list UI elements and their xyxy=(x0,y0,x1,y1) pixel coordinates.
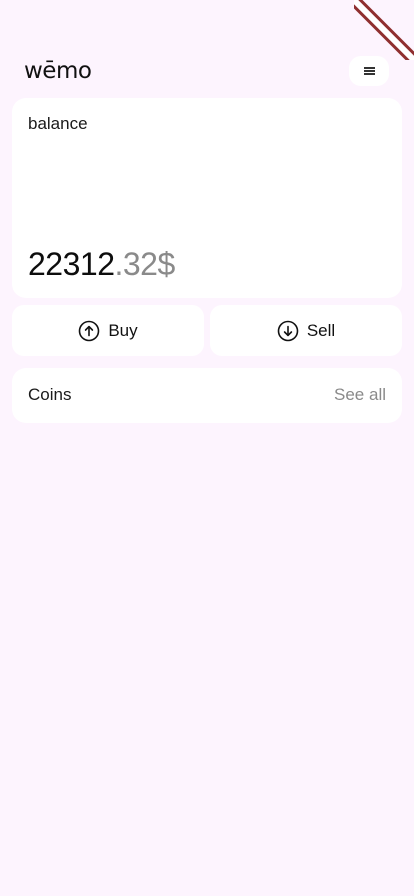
balance-decimal: .32$ xyxy=(114,246,175,282)
balance-amount: 22312.32$ xyxy=(28,244,175,284)
app-logo: wēmo xyxy=(24,58,92,84)
debug-ribbon xyxy=(354,0,414,60)
sell-button[interactable]: Sell xyxy=(210,305,402,356)
buy-label: Buy xyxy=(108,320,138,340)
arrow-down-circle-icon xyxy=(277,320,299,341)
app-header: wēmo xyxy=(24,56,389,86)
coins-title: Coins xyxy=(28,385,72,404)
see-all-link[interactable]: See all xyxy=(334,385,386,405)
balance-integer: 22312 xyxy=(28,246,115,282)
hamburger-menu-icon xyxy=(363,67,375,75)
arrow-up-circle-icon xyxy=(79,320,100,341)
balance-label: balance xyxy=(28,114,88,133)
sell-label: Sell xyxy=(306,320,336,340)
debug-banner xyxy=(354,0,414,60)
menu-button[interactable] xyxy=(349,56,389,86)
balance-card: balance 22312.32$ xyxy=(12,98,402,298)
buy-button[interactable]: Buy xyxy=(12,305,204,356)
coins-card: Coins See all xyxy=(12,368,402,423)
